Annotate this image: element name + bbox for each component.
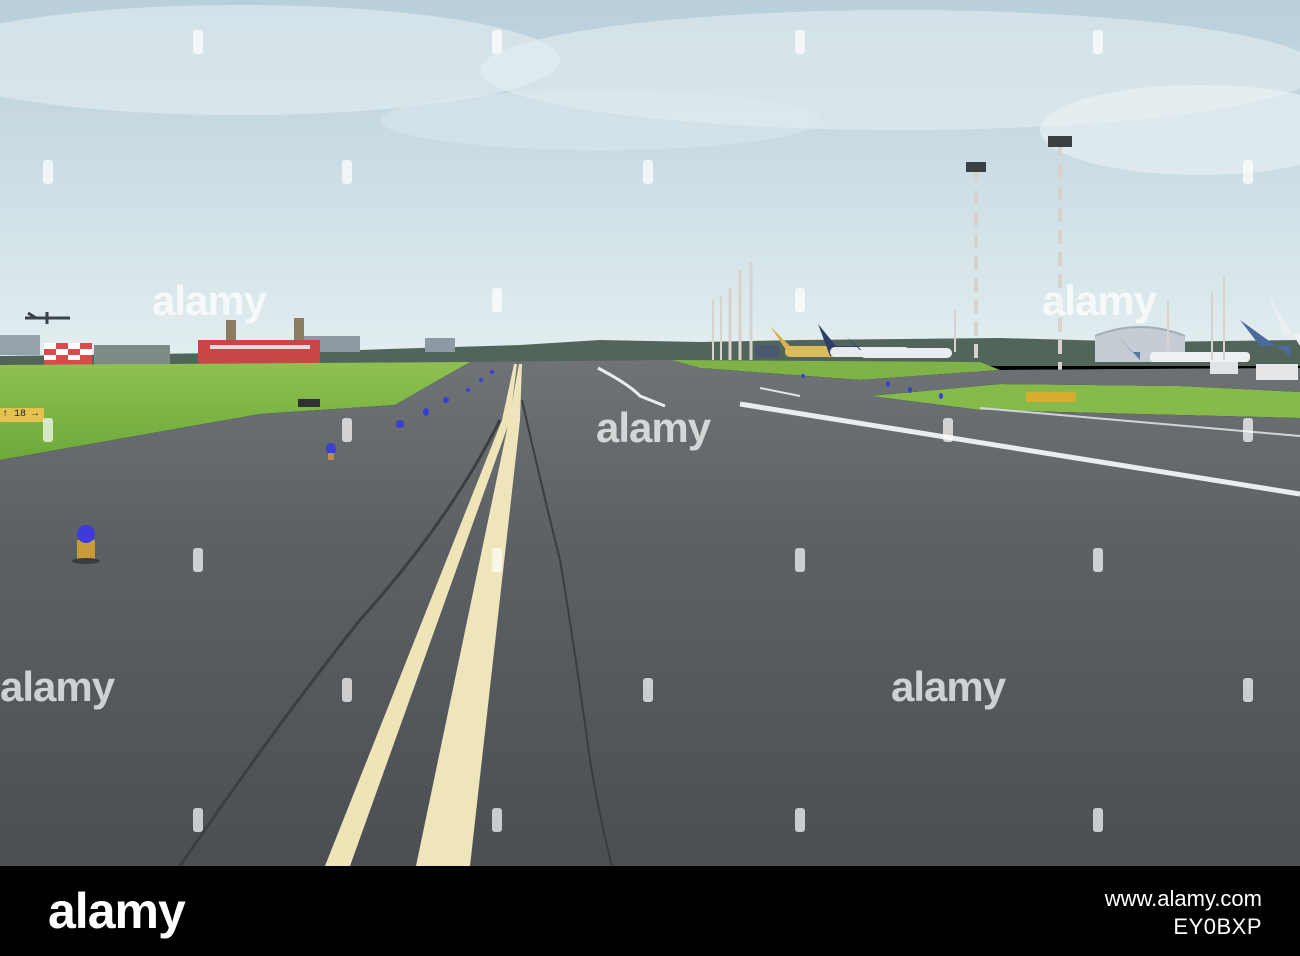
stock-photo-page: ↑ 18 → alamy alamy alamy alamy alamy ala…	[0, 0, 1300, 956]
watermark: alamy	[596, 404, 711, 451]
watermark-dot	[193, 548, 203, 572]
watermark-dot	[943, 418, 953, 442]
watermark-dot	[492, 30, 502, 54]
watermark: alamy	[152, 277, 267, 324]
red-building	[198, 340, 320, 364]
watermark-dot	[492, 548, 502, 572]
watermark-dot	[1093, 548, 1103, 572]
watermark-dot	[342, 160, 352, 184]
watermark-dot	[795, 288, 805, 312]
footer-bar: alamy www.alamy.com EY0BXP	[0, 866, 1300, 956]
watermark-dot	[193, 30, 203, 54]
watermark-dot	[795, 30, 805, 54]
watermark: alamy	[891, 663, 1006, 710]
watermark-dot	[1243, 418, 1253, 442]
antenna	[294, 318, 304, 340]
watermark-dot	[795, 808, 805, 832]
watermark-dot	[1243, 160, 1253, 184]
watermark-dot	[43, 418, 53, 442]
city-buildings	[425, 338, 455, 352]
watermark-dot	[342, 418, 352, 442]
taxiway-sign-board	[298, 399, 320, 407]
service-vehicle	[1256, 364, 1298, 380]
footer-info: www.alamy.com EY0BXP	[1105, 886, 1262, 940]
watermark-dot	[492, 808, 502, 832]
sign-label: ↑ 18 →	[2, 409, 39, 420]
city-buildings	[0, 335, 40, 355]
taxiway-photo: ↑ 18 → alamy alamy alamy alamy alamy	[0, 0, 1300, 866]
watermark: alamy	[1042, 277, 1157, 324]
watermark-dot	[492, 288, 502, 312]
site-url[interactable]: www.alamy.com	[1105, 886, 1262, 912]
watermark-dot	[1093, 30, 1103, 54]
watermark-dot	[795, 548, 805, 572]
watermark-dot	[1093, 808, 1103, 832]
watermark: alamy	[0, 663, 115, 710]
image-id: EY0BXP	[1173, 914, 1262, 939]
watermark-dot	[1243, 678, 1253, 702]
hangar-building	[94, 345, 170, 365]
taxiway-sign-board	[1026, 392, 1076, 402]
brand-logo[interactable]: alamy	[48, 882, 186, 940]
watermark-dot	[643, 160, 653, 184]
watermark-dot	[342, 678, 352, 702]
watermark-dot	[193, 808, 203, 832]
watermark-dot	[43, 160, 53, 184]
watermark-dot	[643, 678, 653, 702]
cloud	[380, 90, 820, 150]
